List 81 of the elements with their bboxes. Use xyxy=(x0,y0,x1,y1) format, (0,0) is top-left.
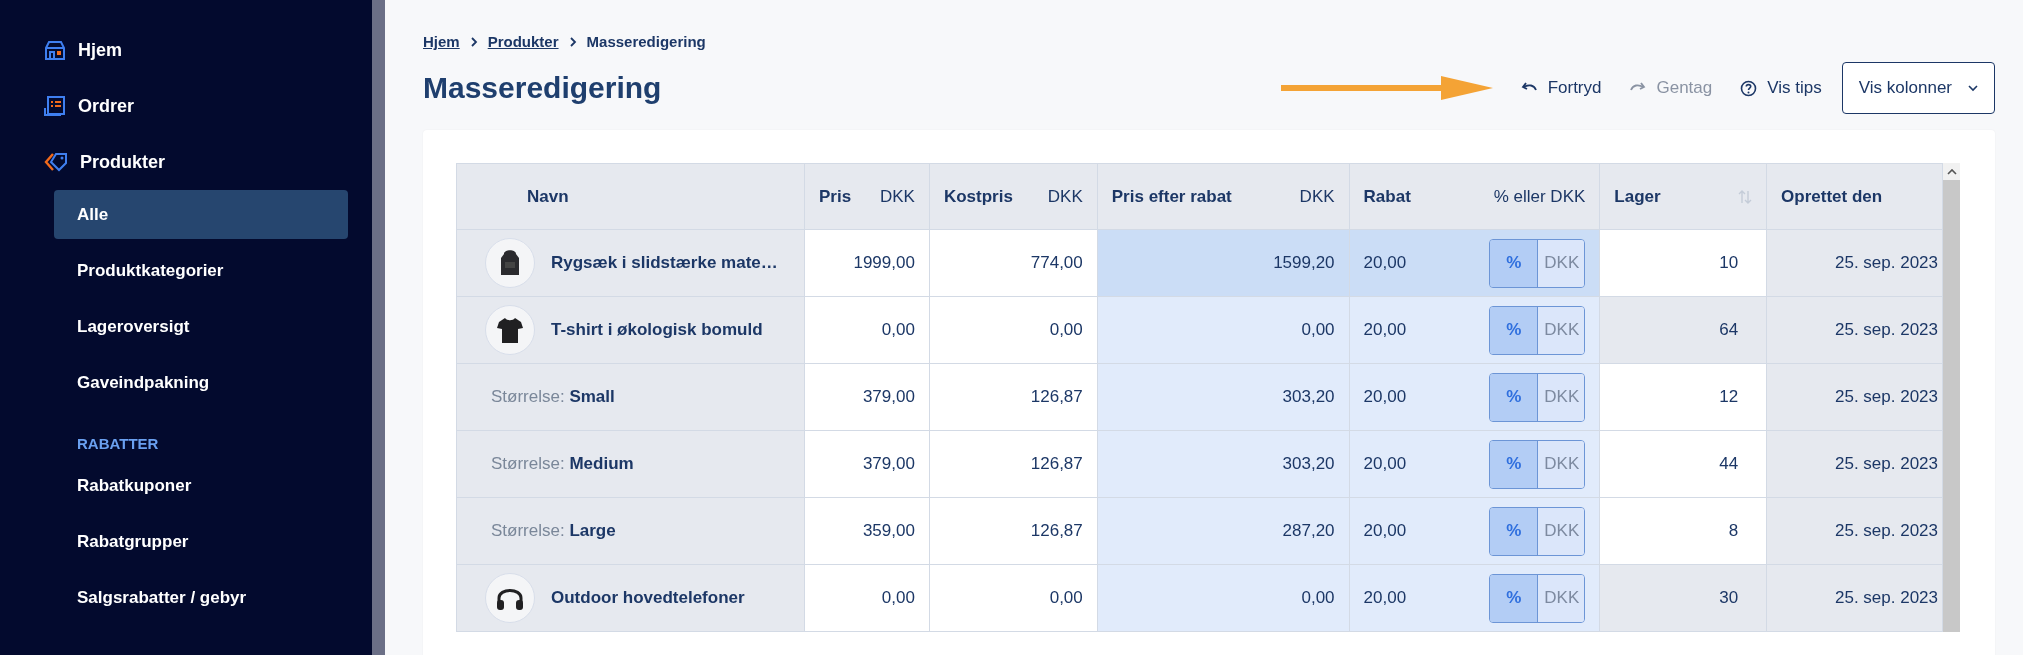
stock-cell: 44 xyxy=(1599,430,1767,498)
breadcrumb-link[interactable]: Hjem xyxy=(423,30,460,54)
discount-value[interactable]: 20,00 xyxy=(1363,250,1407,276)
sidebar-subitem[interactable]: Lageroversigt xyxy=(54,302,348,351)
date-cell: 25. sep. 2023 xyxy=(1766,363,1943,431)
discounted-price-cell: 0,00 xyxy=(1097,564,1350,632)
discounted-price-cell: 303,20 xyxy=(1097,430,1350,498)
t-shirt-drawing xyxy=(485,305,535,355)
home-icon xyxy=(44,39,66,61)
cost-cell: 126,87 xyxy=(929,363,1098,431)
caret-icon xyxy=(1968,84,1978,92)
cost-cell: 0,00 xyxy=(929,296,1098,364)
price-cell: 1999,00 xyxy=(804,229,930,297)
stock-cell: 10 xyxy=(1599,229,1767,297)
cost-cell: 126,87 xyxy=(929,430,1098,498)
columns-dropdown[interactable]: Vis kolonner xyxy=(1841,62,1995,114)
page-title: Masseredigering xyxy=(423,70,662,106)
date-cell: 25. sep. 2023 xyxy=(1766,430,1943,498)
sidebar-subitem[interactable]: Rabatkuponer xyxy=(54,461,348,511)
unit-label: DKK xyxy=(1299,185,1335,208)
date-cell: 25. sep. 2023 xyxy=(1766,296,1943,364)
date-cell: 25. sep. 2023 xyxy=(1766,229,1943,297)
discounted-price-cell: 303,20 xyxy=(1097,363,1350,431)
discounted-price-cell: 1599,20 xyxy=(1097,229,1350,297)
breadcrumb-current: Masseredigering xyxy=(586,31,706,52)
price-cell: 0,00 xyxy=(804,564,930,632)
variant-label: Størrelse: Small xyxy=(490,386,616,409)
backpack-drawing xyxy=(485,238,535,288)
section-heading: RABATTER xyxy=(76,434,160,454)
price-cell: 379,00 xyxy=(804,430,930,498)
variant-label: Størrelse: Medium xyxy=(490,453,635,476)
discount-value[interactable]: 20,00 xyxy=(1363,451,1407,477)
sidebar-subitem[interactable]: Produktkategorier xyxy=(54,246,348,295)
chevron-right-icon xyxy=(568,36,577,48)
sidebar-subitem[interactable]: Gaveindpakning xyxy=(54,358,348,407)
toolbar-button[interactable]: Fortryd xyxy=(1506,69,1616,107)
scroll-up-icon[interactable] xyxy=(1946,168,1957,175)
sidebar-item[interactable]: Produkter xyxy=(0,134,372,190)
discount-value[interactable]: 20,00 xyxy=(1363,518,1407,544)
sidebar-subitem[interactable]: Salgsrabatter / gebyr xyxy=(54,573,348,623)
unit-label: % eller DKK xyxy=(1493,185,1586,208)
discounted-price-cell: 287,20 xyxy=(1097,497,1350,565)
variant-label: Størrelse: Large xyxy=(490,520,617,543)
date-cell: 25. sep. 2023 xyxy=(1766,497,1943,565)
sidebar-item[interactable]: Ordrer xyxy=(0,78,372,134)
breadcrumb-link[interactable]: Produkter xyxy=(487,30,559,54)
chevron-right-icon xyxy=(469,36,478,48)
column-header: Rabat xyxy=(1363,185,1411,208)
sort-icon[interactable] xyxy=(1738,188,1753,205)
price-cell: 0,00 xyxy=(804,296,930,364)
discounted-price-cell: 0,00 xyxy=(1097,296,1350,364)
stock-cell: 12 xyxy=(1599,363,1767,431)
stock-cell: 30 xyxy=(1599,564,1767,632)
sidebar-subitem[interactable]: Alle xyxy=(54,190,348,239)
discount-value[interactable]: 20,00 xyxy=(1363,317,1407,343)
scrollbar[interactable] xyxy=(1943,163,1960,632)
column-header: Navn xyxy=(456,163,805,230)
discount-value[interactable]: 20,00 xyxy=(1363,585,1407,611)
cost-cell: 774,00 xyxy=(929,229,1098,297)
document-icon xyxy=(44,95,66,117)
discount-value[interactable]: 20,00 xyxy=(1363,384,1407,410)
stock-cell: 8 xyxy=(1599,497,1767,565)
price-cell: 359,00 xyxy=(804,497,930,565)
date-cell: 25. sep. 2023 xyxy=(1766,564,1943,632)
unit-label: DKK xyxy=(1047,185,1083,208)
column-header: Pris xyxy=(818,185,852,208)
price-cell: 379,00 xyxy=(804,363,930,431)
sidebar-item[interactable]: Hjem xyxy=(0,22,372,78)
stock-cell: 64 xyxy=(1599,296,1767,364)
headphones-drawing xyxy=(485,573,535,623)
toolbar-button[interactable]: Vis tips xyxy=(1726,69,1836,107)
cost-cell: 0,00 xyxy=(929,564,1098,632)
sidebar-subitem[interactable]: Rabatgrupper xyxy=(54,517,348,567)
column-header: Lager xyxy=(1614,185,1661,208)
unit-label: DKK xyxy=(879,185,915,208)
column-header: Oprettet den xyxy=(1766,163,1943,230)
tag-icon xyxy=(44,151,68,173)
column-header: Kostpris xyxy=(943,185,1013,208)
cost-cell: 126,87 xyxy=(929,497,1098,565)
help-icon xyxy=(1740,79,1758,97)
column-header: Pris efter rabat xyxy=(1111,185,1232,208)
